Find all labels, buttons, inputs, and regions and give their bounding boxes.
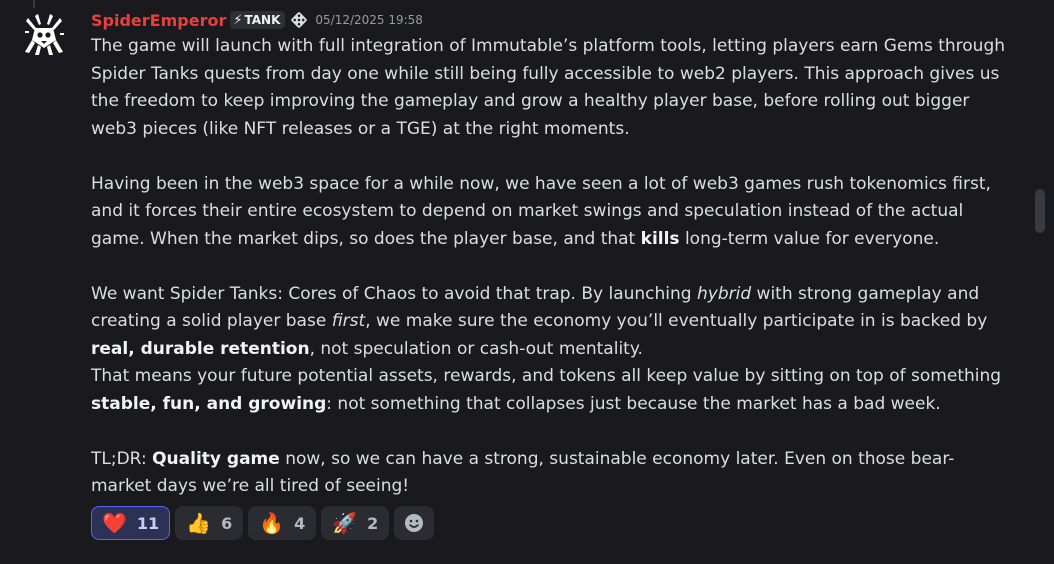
reaction-rocket[interactable]: 🚀 2 — [321, 506, 390, 540]
reaction-count: 2 — [367, 513, 379, 533]
tag-label: TANK — [244, 13, 281, 27]
text-run: , we make sure the economy you’ll eventu… — [365, 311, 988, 331]
message-header: SpiderEmperor ⚡ TANK 05/12/2025 19:58 — [91, 8, 423, 32]
message-content: The game will launch with full integrati… — [91, 33, 1011, 501]
reaction-fire[interactable]: 🔥 4 — [248, 506, 317, 540]
bold-text: stable, fun, and growing — [91, 393, 327, 414]
username[interactable]: SpiderEmperor — [91, 11, 226, 30]
dice-icon[interactable] — [289, 10, 309, 30]
tag-badge[interactable]: ⚡ TANK — [230, 11, 286, 29]
chat-pane: SpiderEmperor ⚡ TANK 05/12/2025 19:58 Th… — [0, 0, 1030, 551]
bold-text: real, durable retention — [91, 338, 310, 359]
footer-strip — [0, 550, 1054, 564]
reaction-heart[interactable]: ❤️ 11 — [91, 506, 171, 540]
italic-text: first — [331, 311, 366, 331]
text-run: We want Spider Tanks: Cores of Chaos to … — [91, 283, 697, 304]
thumbs-up-icon: 👍 — [186, 511, 212, 535]
text-run: That means your future potential assets,… — [91, 366, 1002, 386]
message-timestamp[interactable]: 05/12/2025 19:58 — [315, 13, 423, 27]
reaction-count: 4 — [294, 513, 306, 533]
lightning-bolt-icon: ⚡ — [233, 12, 243, 28]
text-run: TL;DR: — [91, 448, 153, 469]
text-run: long-term value for everyone. — [679, 228, 940, 249]
paragraph-5: TL;DR: Quality game now, so we can have … — [91, 446, 1011, 501]
paragraph-3: We want Spider Tanks: Cores of Chaos to … — [91, 281, 1011, 364]
scrollbar-thumb[interactable] — [1035, 189, 1045, 233]
thread-gutter-line — [33, 0, 35, 8]
reaction-count: 11 — [136, 513, 160, 533]
italic-text: hybrid — [697, 283, 752, 304]
user-avatar[interactable] — [22, 12, 66, 56]
scrollbar-track[interactable] — [1035, 0, 1049, 550]
reaction-count: 6 — [221, 513, 233, 533]
paragraph-2: Having been in the web3 space for a whil… — [91, 171, 1011, 254]
text-run: , not speculation or cash-out mentality. — [309, 338, 643, 359]
smiley-add-reaction-icon — [405, 514, 424, 532]
reactions-bar: ❤️ 11 👍 6 🔥 4 🚀 2 — [91, 506, 435, 540]
text-run: : not something that collapses just beca… — [326, 393, 941, 414]
paragraph-1: The game will launch with full integrati… — [91, 36, 1006, 139]
fire-icon: 🔥 — [259, 511, 285, 535]
reaction-thumbs-up[interactable]: 👍 6 — [175, 506, 244, 540]
rocket-icon: 🚀 — [332, 511, 358, 535]
paragraph-4: That means your future potential assets,… — [91, 363, 1011, 418]
bold-text: Quality game — [152, 448, 280, 469]
bold-text: kills — [640, 228, 680, 249]
red-heart-icon: ❤️ — [102, 511, 127, 535]
add-reaction-button[interactable] — [394, 506, 435, 540]
